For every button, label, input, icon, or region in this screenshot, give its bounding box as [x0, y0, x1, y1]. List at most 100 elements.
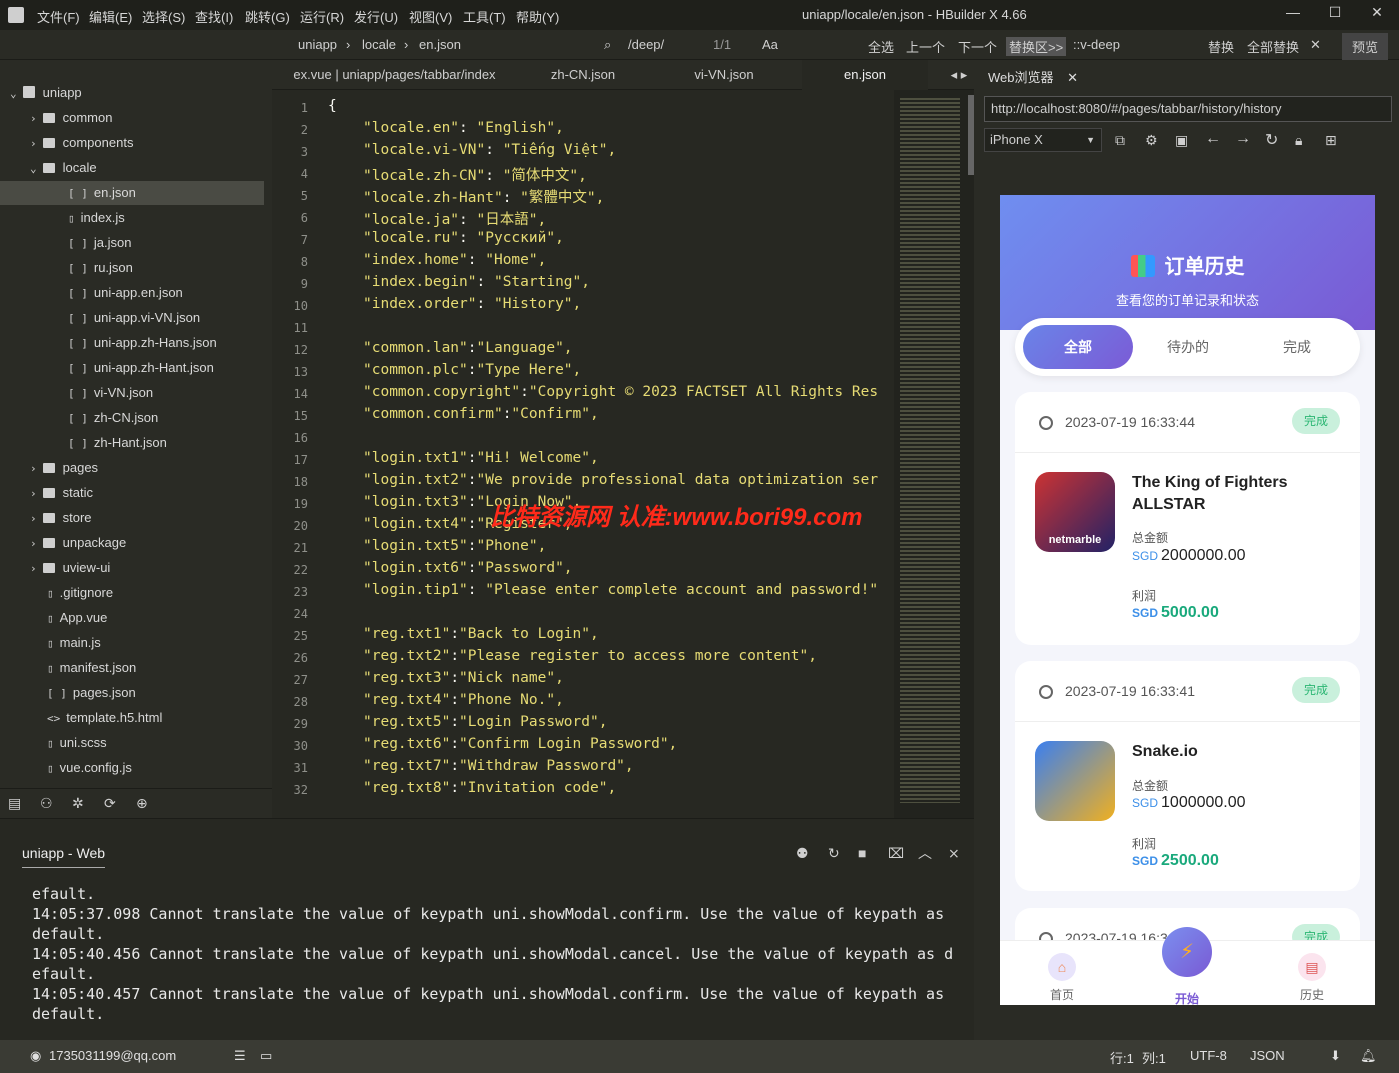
code-line[interactable]: "reg.txt3":"Nick name", — [363, 670, 564, 686]
code-line[interactable]: "common.confirm":"Confirm", — [363, 406, 599, 422]
code-line[interactable]: "login.txt2":"We provide professional da… — [363, 472, 878, 488]
menu-item[interactable]: 选择(S) — [142, 7, 185, 26]
terminal-icon[interactable]: ▭ — [260, 1048, 272, 1064]
code-line[interactable]: "locale.vi-VN": "Tiếng Việt", — [363, 142, 616, 158]
tree-item-components[interactable]: › components — [30, 131, 133, 155]
breadcrumb-folder[interactable]: locale — [362, 37, 396, 52]
close-browser-tab-icon[interactable]: ✕ — [1067, 70, 1078, 85]
breadcrumb-file[interactable]: en.json — [419, 37, 461, 52]
code-line[interactable]: "index.order": "History", — [363, 296, 581, 312]
user-account[interactable]: 1735031199@qq.com — [49, 1048, 176, 1063]
user-icon[interactable]: ◉ — [30, 1048, 41, 1064]
search-input[interactable]: /deep/ — [628, 37, 664, 52]
nav-start[interactable]: 开始 — [1157, 990, 1217, 1005]
code-line[interactable]: "common.lan":"Language", — [363, 340, 573, 356]
code-line[interactable]: "login.txt6":"Password", — [363, 560, 573, 576]
replace-area-toggle[interactable]: 替换区>> — [1006, 37, 1067, 56]
code-line[interactable]: "reg.txt4":"Phone No.", — [363, 692, 564, 708]
tab-index-vue[interactable]: ex.vue | uniapp/pages/tabbar/index — [272, 60, 517, 90]
tree-item-uview-ui[interactable]: › uview-ui — [30, 556, 110, 580]
prev-match-button[interactable]: 上一个 — [906, 37, 945, 56]
clear-icon[interactable]: ⌧ — [888, 845, 904, 862]
console-tab[interactable]: uniapp - Web — [22, 845, 106, 868]
tree-item-zh-hant-json[interactable]: [ ] zh-Hant.json — [68, 431, 167, 455]
filter-all[interactable]: 全部 — [1023, 325, 1133, 369]
code-line[interactable]: "common.copyright":"Copyright © 2023 FAC… — [363, 384, 878, 400]
tree-item-template-h5-html[interactable]: <> template.h5.html — [47, 706, 162, 730]
close-console-icon[interactable]: ⨯ — [948, 845, 960, 862]
url-input[interactable]: http://localhost:8080/#/pages/tabbar/his… — [984, 96, 1392, 122]
menu-item[interactable]: 跳转(G) — [245, 7, 290, 26]
tree-item-zh-cn-json[interactable]: [ ] zh-CN.json — [68, 406, 158, 430]
menu-item[interactable]: 工具(T) — [463, 7, 506, 26]
tree-item-store[interactable]: › store — [30, 506, 92, 530]
nav-history[interactable]: 历史 — [1282, 986, 1342, 1003]
preview-button[interactable]: 预览 — [1342, 33, 1389, 60]
order-card[interactable]: 2023-07-19 16:33:41 完成 Snake.io 总金额 SGD 1… — [1015, 661, 1360, 891]
tree-item-ja-json[interactable]: [ ] ja.json — [68, 231, 131, 255]
encoding[interactable]: UTF-8 — [1190, 1048, 1227, 1063]
screenshot-icon[interactable]: ⧉ — [1115, 132, 1125, 149]
language-mode[interactable]: JSON — [1250, 1048, 1285, 1063]
replace-button[interactable]: 替换 — [1208, 37, 1234, 56]
filter-done[interactable]: 完成 — [1242, 325, 1352, 369]
qrcode-icon[interactable]: ⊞ — [1325, 132, 1337, 149]
code-line[interactable]: "login.txt1":"Hi! Welcome", — [363, 450, 599, 466]
tree-item-pages-json[interactable]: [ ] pages.json — [47, 681, 136, 705]
replace-input[interactable]: ::v-deep — [1073, 37, 1120, 52]
tree-item-unpackage[interactable]: › unpackage — [30, 531, 126, 555]
code-line[interactable]: "reg.txt2":"Please register to access mo… — [363, 648, 817, 664]
tree-item-static[interactable]: › static — [30, 481, 93, 505]
code-line[interactable]: "reg.txt8":"Invitation code", — [363, 780, 616, 796]
history-icon[interactable]: ▤ — [1298, 953, 1326, 981]
tree-item-uni-app-en-json[interactable]: [ ] uni-app.en.json — [68, 281, 183, 305]
tree-item-uni-scss[interactable]: ▯ uni.scss — [47, 731, 107, 755]
tab-en-json[interactable]: en.json — [802, 60, 928, 90]
tree-item--gitignore[interactable]: ▯ .gitignore — [47, 581, 113, 605]
web-icon[interactable]: ⊕ — [136, 795, 148, 812]
menu-item[interactable]: 视图(V) — [409, 7, 452, 26]
code-line[interactable]: { — [328, 98, 337, 114]
plugin-icon[interactable]: ⚇ — [40, 795, 53, 812]
tab-zh-cn[interactable]: zh-CN.json — [517, 60, 649, 90]
filter-pending[interactable]: 待办的 — [1133, 325, 1243, 369]
tree-item-index-js[interactable]: ▯ index.js — [68, 206, 125, 230]
device-select[interactable]: iPhone X ▼ — [984, 128, 1102, 152]
maximize-button[interactable]: ☐ — [1325, 4, 1345, 24]
forward-icon[interactable]: → — [1235, 130, 1251, 148]
tab-scroll-arrows-icon[interactable]: ◂ ▸ — [944, 60, 974, 90]
restart-icon[interactable]: ↻ — [828, 845, 840, 862]
tree-item-uni-app-zh-hant-json[interactable]: [ ] uni-app.zh-Hant.json — [68, 356, 214, 380]
tree-item-manifest-json[interactable]: ▯ manifest.json — [47, 656, 136, 680]
code-editor[interactable]: 1 {2 "locale.en": "English", 3 "locale.vi-VN… — [272, 90, 894, 818]
code-line[interactable]: "locale.ja": "日本語", — [363, 208, 546, 229]
select-all-button[interactable]: 全选 — [868, 37, 894, 56]
tree-item-uni-app-vi-vn-json[interactable]: [ ] uni-app.vi-VN.json — [68, 306, 200, 330]
stop-icon[interactable]: ■ — [858, 845, 866, 861]
close-search-icon[interactable]: ✕ — [1310, 37, 1321, 53]
breadcrumb-root[interactable]: uniapp — [298, 37, 337, 52]
code-line[interactable]: "locale.zh-CN": "简体中文", — [363, 164, 587, 185]
menu-item[interactable]: 编辑(E) — [89, 7, 132, 26]
tree-item-vi-vn-json[interactable]: [ ] vi-VN.json — [68, 381, 153, 405]
tree-item-en-json[interactable]: [ ] en.json — [0, 181, 264, 205]
start-icon[interactable]: ⚡ — [1162, 927, 1212, 977]
minimize-button[interactable]: — — [1283, 4, 1303, 24]
close-button[interactable]: ✕ — [1367, 4, 1387, 24]
lock-icon[interactable]: 🔒︎ — [1295, 132, 1302, 149]
home-icon[interactable]: ⌂ — [1048, 953, 1076, 981]
back-icon[interactable]: ← — [1205, 130, 1221, 148]
next-match-button[interactable]: 下一个 — [958, 37, 997, 56]
minimap[interactable] — [894, 90, 974, 818]
tree-item-locale[interactable]: ⌄ locale — [30, 156, 97, 180]
tree-item-vue-config-js[interactable]: ▯ vue.config.js — [47, 756, 132, 780]
code-line[interactable]: "common.plc":"Type Here", — [363, 362, 581, 378]
tab-vi-vn[interactable]: vi-VN.json — [649, 60, 799, 90]
code-line[interactable]: "locale.zh-Hant": "繁體中文", — [363, 186, 604, 207]
settings-icon[interactable]: ⚙ — [1145, 132, 1158, 149]
tree-item-uni-app-zh-hans-json[interactable]: [ ] uni-app.zh-Hans.json — [68, 331, 217, 355]
download-icon[interactable]: ⬇ — [1330, 1048, 1341, 1064]
collapse-icon[interactable]: ︿ — [918, 843, 932, 863]
menu-item[interactable]: 发行(U) — [354, 7, 398, 26]
explorer-icon[interactable]: ▤ — [8, 795, 21, 812]
